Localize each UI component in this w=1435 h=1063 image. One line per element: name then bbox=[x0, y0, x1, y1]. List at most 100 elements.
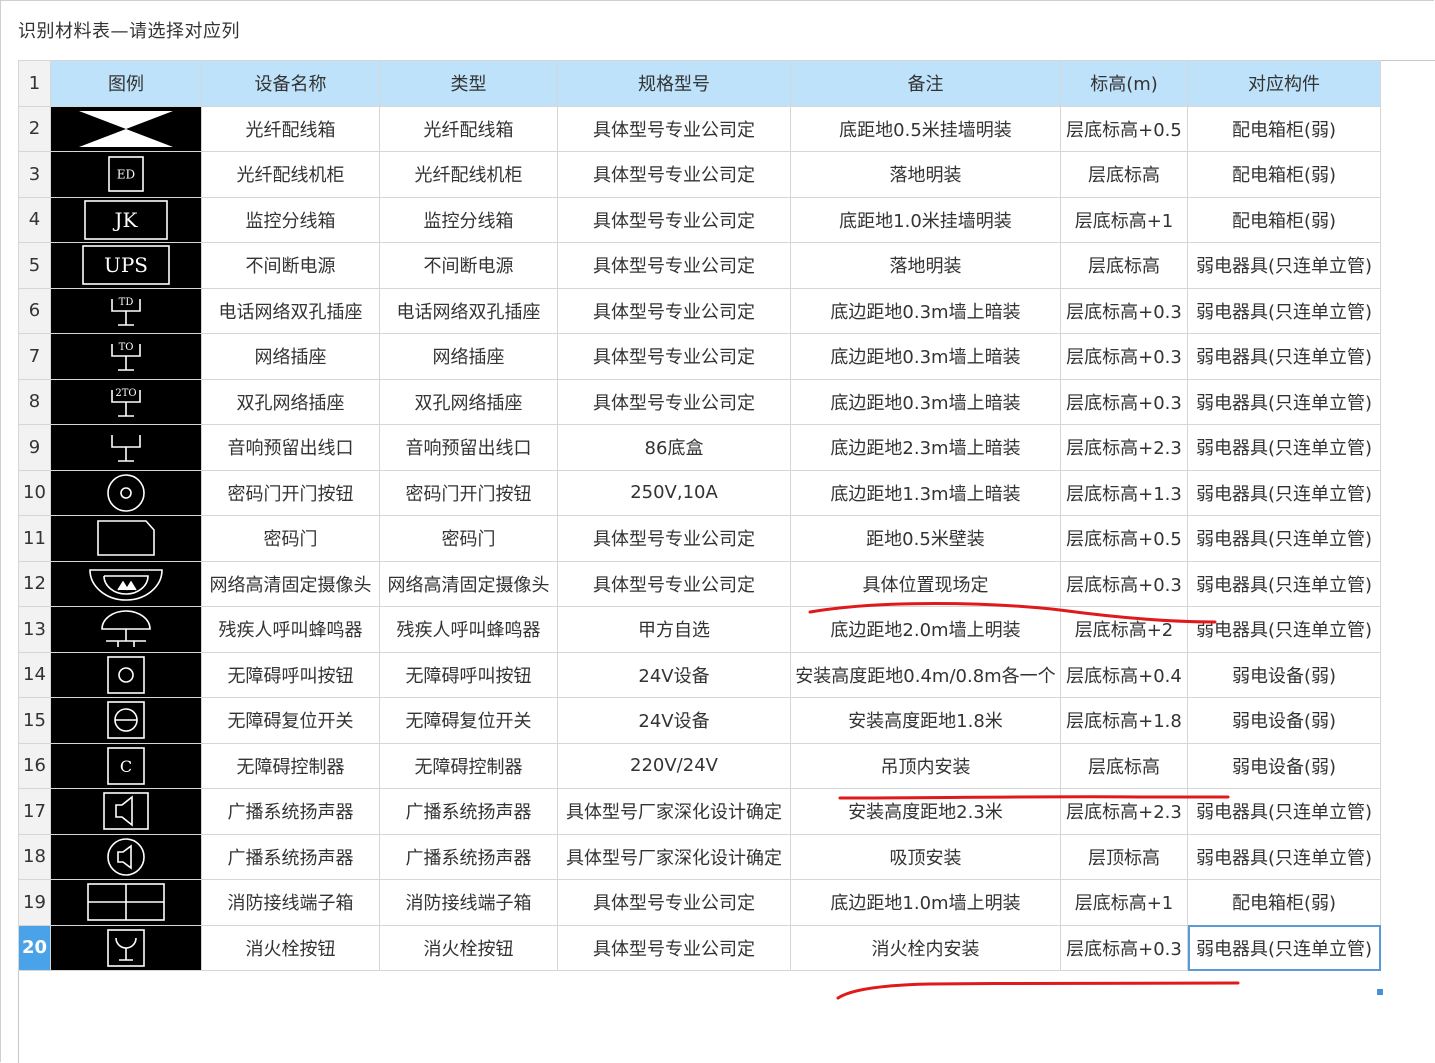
selection-fill-handle[interactable] bbox=[1377, 989, 1383, 995]
cell-elevation[interactable]: 层底标高+0.3 bbox=[1060, 378, 1188, 425]
legend-cell[interactable]: TO bbox=[50, 333, 202, 380]
legend-cell[interactable]: JK bbox=[50, 196, 202, 243]
table-row[interactable]: 15 无障碍复位开关 无障碍复位开关 24V设备 安装高度距地1.8米 层底标高+1.8 弱… bbox=[18, 697, 1381, 744]
cell-type[interactable]: 广播系统扬声器 bbox=[379, 833, 558, 880]
row-number[interactable]: 5 bbox=[18, 242, 51, 289]
cell-spec[interactable]: 具体型号专业公司定 bbox=[557, 378, 791, 425]
cell-note[interactable]: 吊顶内安装 bbox=[790, 742, 1061, 789]
legend-cell[interactable] bbox=[50, 515, 202, 562]
cell-component[interactable]: 弱电设备(弱) bbox=[1187, 742, 1381, 789]
table-row[interactable]: 6 TD 电话网络双孔插座 电话网络双孔插座 具体型号专业公司定 底边距地0.3m墙上暗装… bbox=[18, 287, 1381, 334]
cell-component[interactable]: 弱电器具(只连单立管) bbox=[1187, 469, 1381, 516]
cell-type[interactable]: 监控分线箱 bbox=[379, 196, 558, 243]
cell-note[interactable]: 安装高度距地1.8米 bbox=[790, 697, 1061, 744]
legend-cell[interactable]: 2TO bbox=[50, 378, 202, 425]
table-row[interactable]: 8 2TO 双孔网络插座 双孔网络插座 具体型号专业公司定 底边距地0.3m墙上暗装 层底标… bbox=[18, 378, 1381, 425]
cell-type[interactable]: 网络插座 bbox=[379, 333, 558, 380]
cell-device-name[interactable]: 不间断电源 bbox=[201, 242, 380, 289]
cell-component[interactable]: 弱电器具(只连单立管) bbox=[1187, 833, 1381, 880]
legend-cell[interactable] bbox=[50, 651, 202, 698]
cell-note[interactable]: 底边距地1.0m墙上明装 bbox=[790, 879, 1061, 926]
row-number[interactable]: 12 bbox=[18, 560, 51, 607]
table-row[interactable]: 18 广播系统扬声器 广播系统扬声器 具体型号厂家深化设计确定 吸顶安装 层顶标高 弱电器具… bbox=[18, 833, 1381, 880]
cell-spec[interactable]: 具体型号厂家深化设计确定 bbox=[557, 788, 791, 835]
cell-note[interactable]: 底边距地0.3m墙上暗装 bbox=[790, 378, 1061, 425]
table-row[interactable]: 12 网络高清固定摄像头 网络高清固定摄像头 具体型号专业公司定 具体位置现场定 层底标高… bbox=[18, 560, 1381, 607]
cell-spec[interactable]: 具体型号专业公司定 bbox=[557, 287, 791, 334]
legend-cell[interactable] bbox=[50, 788, 202, 835]
table-row[interactable]: 3 ED 光纤配线机柜 光纤配线机柜 具体型号专业公司定 落地明装 层底标高 配电箱柜(弱) bbox=[18, 151, 1381, 198]
cell-spec[interactable]: 具体型号专业公司定 bbox=[557, 924, 791, 971]
cell-device-name[interactable]: 密码门开门按钮 bbox=[201, 469, 380, 516]
cell-component[interactable]: 弱电器具(只连单立管) bbox=[1187, 924, 1381, 971]
cell-spec[interactable]: 86底盒 bbox=[557, 424, 791, 471]
legend-cell[interactable] bbox=[50, 424, 202, 471]
cell-note[interactable]: 底边距地2.0m墙上明装 bbox=[790, 606, 1061, 653]
cell-spec[interactable]: 具体型号专业公司定 bbox=[557, 879, 791, 926]
row-number[interactable]: 7 bbox=[18, 333, 51, 380]
row-number[interactable]: 3 bbox=[18, 151, 51, 198]
cell-spec[interactable]: 具体型号厂家深化设计确定 bbox=[557, 833, 791, 880]
row-number[interactable]: 6 bbox=[18, 287, 51, 334]
cell-type[interactable]: 网络高清固定摄像头 bbox=[379, 560, 558, 607]
cell-device-name[interactable]: 音响预留出线口 bbox=[201, 424, 380, 471]
cell-device-name[interactable]: 无障碍复位开关 bbox=[201, 697, 380, 744]
cell-note[interactable]: 底边距地0.3m墙上暗装 bbox=[790, 333, 1061, 380]
cell-component[interactable]: 配电箱柜(弱) bbox=[1187, 151, 1381, 198]
cell-component[interactable]: 弱电器具(只连单立管) bbox=[1187, 606, 1381, 653]
cell-device-name[interactable]: 广播系统扬声器 bbox=[201, 788, 380, 835]
cell-type[interactable]: 消火栓按钮 bbox=[379, 924, 558, 971]
row-number[interactable]: 8 bbox=[18, 378, 51, 425]
column-header-elevation[interactable]: 标高(m) bbox=[1060, 60, 1188, 107]
cell-elevation[interactable]: 层底标高+1 bbox=[1060, 196, 1188, 243]
cell-elevation[interactable]: 层底标高+0.3 bbox=[1060, 924, 1188, 971]
column-header-type[interactable]: 类型 bbox=[379, 60, 558, 107]
table-row[interactable]: 20 消火栓按钮 消火栓按钮 具体型号专业公司定 消火栓内安装 层底标高+0.3 弱电器具(… bbox=[18, 924, 1381, 971]
legend-cell[interactable] bbox=[50, 560, 202, 607]
table-row[interactable]: 19 消防接线端子箱 消防接线端子箱 具体型号专业公司定 底边距地1.0m墙上明装 层底标… bbox=[18, 879, 1381, 926]
cell-elevation[interactable]: 层底标高 bbox=[1060, 242, 1188, 289]
legend-cell[interactable]: TD bbox=[50, 287, 202, 334]
cell-type[interactable]: 消防接线端子箱 bbox=[379, 879, 558, 926]
cell-elevation[interactable]: 层顶标高 bbox=[1060, 833, 1188, 880]
cell-note[interactable]: 距地0.5米壁装 bbox=[790, 515, 1061, 562]
cell-note[interactable]: 消火栓内安装 bbox=[790, 924, 1061, 971]
column-header-legend[interactable]: 图例 bbox=[50, 60, 202, 107]
column-header-note[interactable]: 备注 bbox=[790, 60, 1061, 107]
legend-cell[interactable] bbox=[50, 833, 202, 880]
cell-component[interactable]: 配电箱柜(弱) bbox=[1187, 879, 1381, 926]
table-row[interactable]: 11 密码门 密码门 具体型号专业公司定 距地0.5米壁装 层底标高+0.5 弱电器具(只连… bbox=[18, 515, 1381, 562]
cell-component[interactable]: 配电箱柜(弱) bbox=[1187, 105, 1381, 152]
cell-spec[interactable]: 220V/24V bbox=[557, 742, 791, 789]
legend-cell[interactable]: UPS bbox=[50, 242, 202, 289]
cell-elevation[interactable]: 层底标高+1.3 bbox=[1060, 469, 1188, 516]
cell-device-name[interactable]: 监控分线箱 bbox=[201, 196, 380, 243]
cell-note[interactable]: 安装高度距地0.4m/0.8m各一个 bbox=[790, 651, 1061, 698]
cell-type[interactable]: 残疾人呼叫蜂鸣器 bbox=[379, 606, 558, 653]
legend-cell[interactable] bbox=[50, 924, 202, 971]
cell-type[interactable]: 密码门 bbox=[379, 515, 558, 562]
legend-cell[interactable] bbox=[50, 697, 202, 744]
table-row[interactable]: 5 UPS 不间断电源 不间断电源 具体型号专业公司定 落地明装 层底标高 弱电器具(只连单立… bbox=[18, 242, 1381, 289]
row-number[interactable]: 20 bbox=[18, 924, 51, 971]
cell-type[interactable]: 无障碍呼叫按钮 bbox=[379, 651, 558, 698]
cell-type[interactable]: 无障碍复位开关 bbox=[379, 697, 558, 744]
cell-note[interactable]: 底边距地0.3m墙上暗装 bbox=[790, 287, 1061, 334]
cell-spec[interactable]: 具体型号专业公司定 bbox=[557, 515, 791, 562]
cell-device-name[interactable]: 残疾人呼叫蜂鸣器 bbox=[201, 606, 380, 653]
cell-type[interactable]: 电话网络双孔插座 bbox=[379, 287, 558, 334]
cell-elevation[interactable]: 层底标高+0.3 bbox=[1060, 287, 1188, 334]
cell-device-name[interactable]: 消火栓按钮 bbox=[201, 924, 380, 971]
legend-cell[interactable] bbox=[50, 879, 202, 926]
row-number[interactable]: 2 bbox=[18, 105, 51, 152]
row-number[interactable]: 18 bbox=[18, 833, 51, 880]
cell-elevation[interactable]: 层底标高+0.3 bbox=[1060, 333, 1188, 380]
cell-spec[interactable]: 250V,10A bbox=[557, 469, 791, 516]
table-row[interactable]: 4 JK 监控分线箱 监控分线箱 具体型号专业公司定 底距地1.0米挂墙明装 层底标高+1 配… bbox=[18, 196, 1381, 243]
cell-note[interactable]: 落地明装 bbox=[790, 242, 1061, 289]
column-header-component[interactable]: 对应构件 bbox=[1187, 60, 1381, 107]
cell-note[interactable]: 具体位置现场定 bbox=[790, 560, 1061, 607]
cell-type[interactable]: 双孔网络插座 bbox=[379, 378, 558, 425]
legend-cell[interactable]: ED bbox=[50, 151, 202, 198]
row-number[interactable]: 11 bbox=[18, 515, 51, 562]
